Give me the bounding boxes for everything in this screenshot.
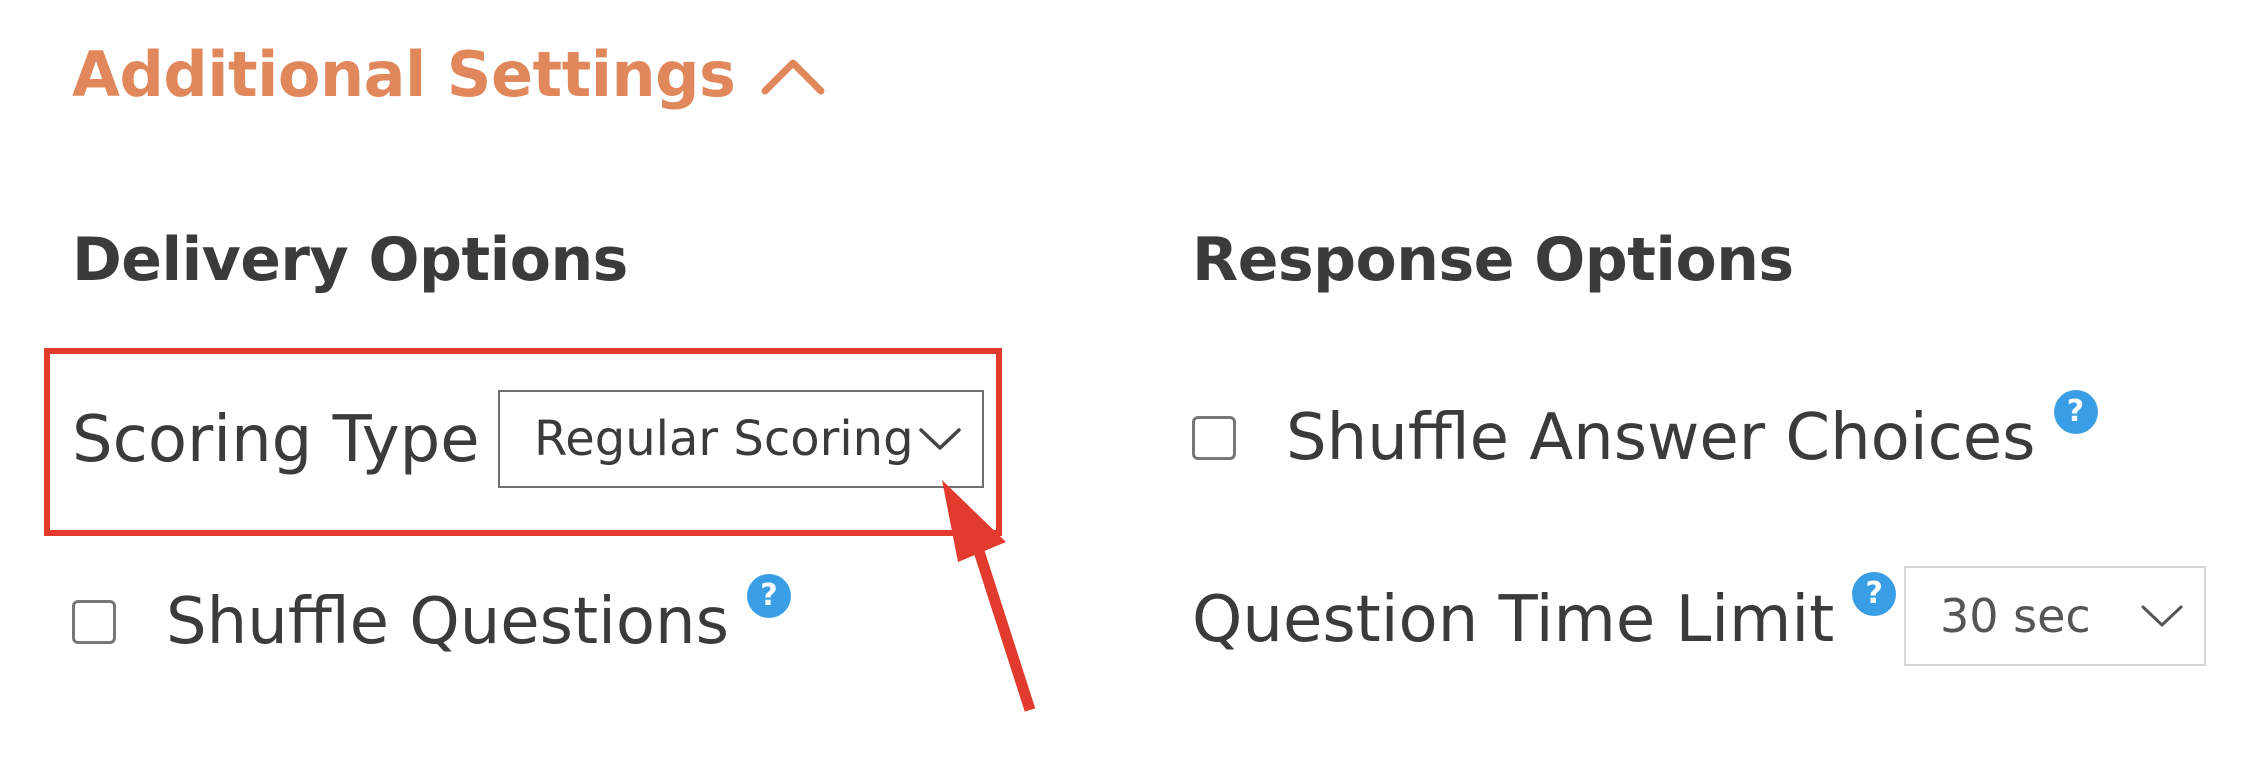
shuffle-answer-choices-checkbox[interactable] — [1192, 416, 1236, 460]
response-options-heading: Response Options — [1192, 225, 1794, 295]
annotation-arrow-icon — [942, 480, 1036, 712]
question-time-limit-select[interactable]: 30 sec — [1904, 566, 2206, 666]
help-icon[interactable]: ? — [1852, 572, 1897, 616]
highlight-annotation-box — [44, 348, 1002, 536]
additional-settings-toggle[interactable]: Additional Settings — [72, 44, 825, 106]
question-time-limit-value: 30 sec — [1940, 589, 2091, 643]
shuffle-questions-label: Shuffle Questions — [166, 585, 729, 659]
chevron-up-icon — [761, 59, 825, 95]
shuffle-questions-row: Shuffle Questions ? — [72, 574, 791, 659]
shuffle-questions-checkbox[interactable] — [72, 600, 116, 644]
question-time-limit-row: Question Time Limit ? — [1192, 572, 1897, 657]
shuffle-answer-choices-label: Shuffle Answer Choices — [1286, 401, 2036, 475]
delivery-options-heading: Delivery Options — [72, 225, 628, 295]
shuffle-answer-choices-row: Shuffle Answer Choices ? — [1192, 390, 2098, 475]
section-title: Additional Settings — [72, 38, 736, 111]
question-time-limit-label: Question Time Limit — [1192, 583, 1835, 657]
help-icon[interactable]: ? — [2053, 390, 2098, 434]
help-icon[interactable]: ? — [746, 574, 791, 618]
chevron-down-icon — [2141, 605, 2183, 627]
